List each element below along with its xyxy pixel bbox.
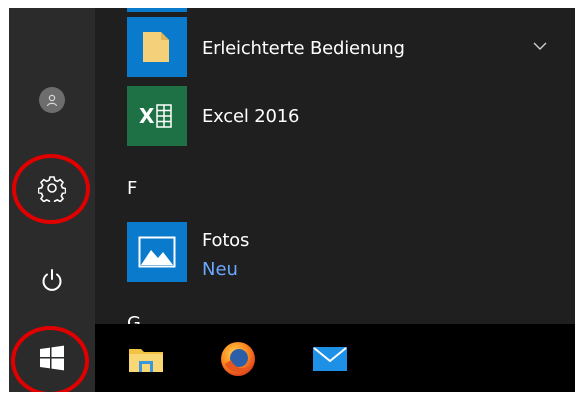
app-tile-fotos[interactable] — [127, 222, 187, 282]
svg-text:X: X — [139, 104, 155, 128]
start-menu-screen: Erleichterte Bedienung X Excel 2016 F Fo… — [9, 8, 575, 392]
app-subtitle-fotos: Neu — [202, 259, 238, 280]
settings-icon — [38, 176, 66, 202]
app-tile-erleichterte-bedienung[interactable] — [127, 17, 187, 77]
power-button[interactable] — [9, 252, 95, 308]
app-list: Erleichterte Bedienung X Excel 2016 F Fo… — [95, 8, 575, 324]
photos-icon — [138, 236, 176, 268]
mail-icon — [313, 347, 347, 371]
app-name-excel[interactable]: Excel 2016 — [202, 106, 299, 127]
user-button[interactable] — [9, 72, 95, 128]
firefox-icon — [221, 342, 255, 376]
file-explorer-button[interactable] — [125, 338, 167, 380]
section-letter-f[interactable]: F — [127, 178, 137, 199]
file-explorer-icon — [129, 349, 163, 372]
settings-button[interactable] — [9, 160, 95, 216]
app-name-fotos[interactable]: Fotos — [202, 230, 249, 251]
power-icon — [42, 269, 62, 291]
start-icon — [40, 345, 64, 371]
app-tile-excel[interactable]: X — [127, 86, 187, 146]
app-name-erleichterte-bedienung[interactable]: Erleichterte Bedienung — [202, 38, 405, 59]
taskbar — [9, 324, 575, 392]
excel-icon: X — [139, 104, 172, 128]
chevron-down-icon[interactable] — [533, 42, 547, 50]
mail-button[interactable] — [309, 338, 351, 380]
folder-icon — [143, 32, 169, 62]
section-letter-g[interactable]: G — [127, 313, 141, 324]
start-button[interactable] — [9, 324, 95, 392]
user-icon — [39, 87, 65, 113]
app-tile-partial — [127, 8, 187, 12]
firefox-button[interactable] — [217, 338, 259, 380]
start-menu-rail — [9, 8, 95, 324]
